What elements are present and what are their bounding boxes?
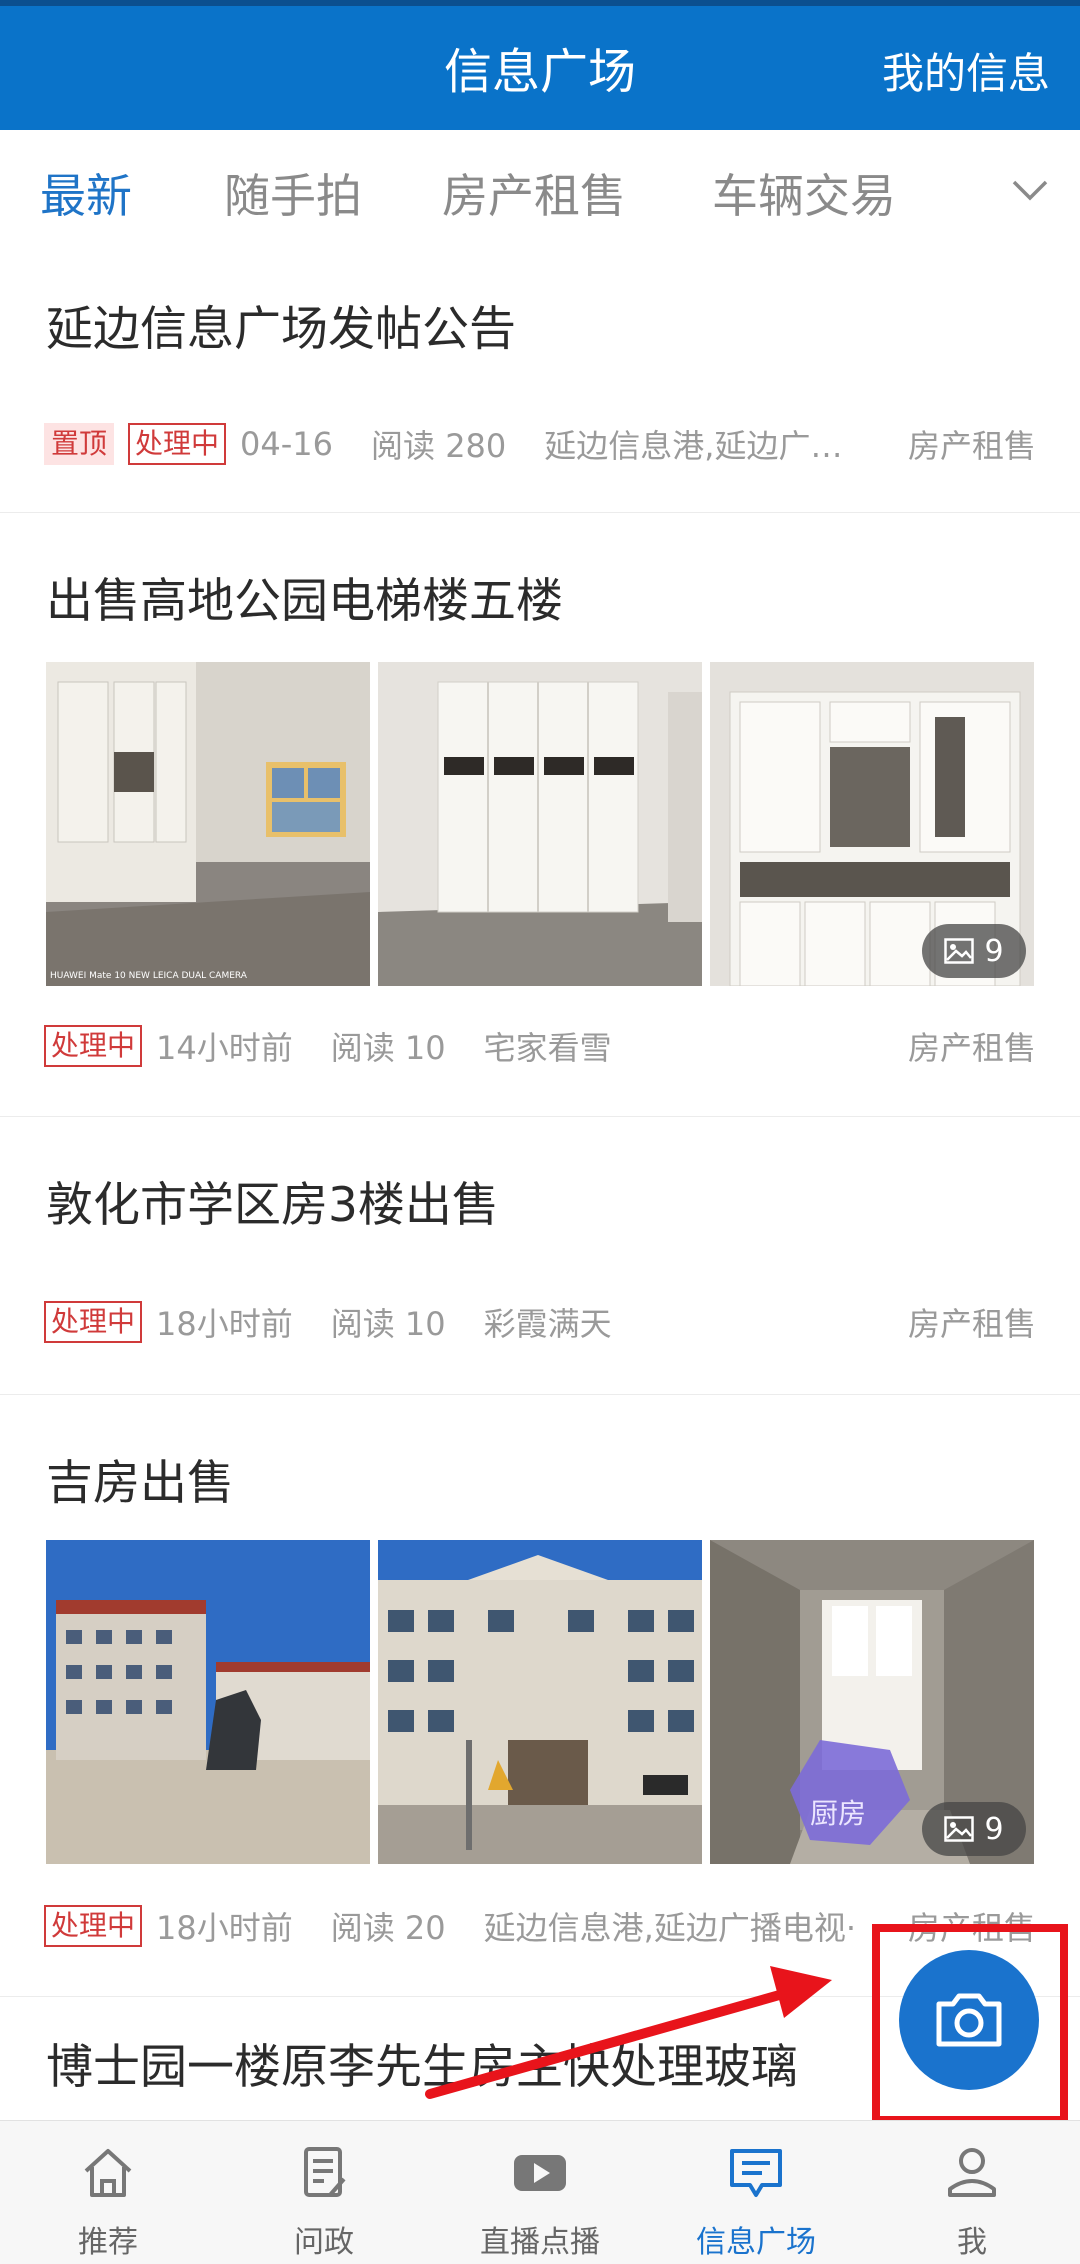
nav-label: 直播点播 (480, 2225, 600, 2260)
post-category: 房产租售 (907, 1029, 1036, 1067)
category-tabs: 最新 随手拍 房产租售 车辆交易 (0, 130, 1080, 250)
post-meta: 置顶 处理中 04-16 阅读 280 延边信息港,延边广播… 房产租售 (44, 420, 1036, 468)
tab-snapshot[interactable]: 随手拍 (224, 160, 362, 226)
post-source: 延边信息港,延边广播电视· (483, 1909, 857, 1947)
post-reads: 阅读 20 (330, 1909, 446, 1947)
post-meta: 处理中 18小时前 阅读 10 彩霞满天 房产租售 (44, 1298, 1036, 1346)
image-icon (944, 1816, 975, 1842)
status-badge: 处理中 (44, 1905, 143, 1947)
post-time: 18小时前 (156, 1305, 293, 1343)
post-image[interactable]: HUAWEI Mate 10 NEW LEICA DUAL CAMERA (46, 662, 370, 986)
bottom-nav: 推荐 问政 直播点播 信息广场 我 (0, 2120, 1080, 2264)
post-source: 彩霞满天 (483, 1305, 612, 1343)
post-image[interactable]: 厨房 9 (710, 1540, 1034, 1864)
post-title[interactable]: 吉房出售 (46, 1444, 234, 1513)
home-icon (84, 2149, 132, 2197)
post-image[interactable] (378, 1540, 702, 1864)
post-meta: 处理中 14小时前 阅读 10 宅家看雪 房产租售 (44, 1022, 1036, 1070)
post-image[interactable] (378, 662, 702, 986)
nav-label: 问政 (294, 2225, 354, 2260)
nav-item-recommend[interactable]: 推荐 (0, 2121, 216, 2264)
my-info-button[interactable]: 我的信息 (882, 40, 1050, 101)
image-count: 9 (984, 933, 1004, 969)
document-icon (304, 2147, 346, 2197)
nav-label: 我 (957, 2225, 987, 2260)
nav-item-me[interactable]: 我 (864, 2121, 1080, 2264)
nav-label: 推荐 (78, 2225, 138, 2260)
app-header: 信息广场 我的信息 (0, 0, 1080, 130)
post-reads: 阅读 280 (371, 427, 507, 465)
chat-icon (730, 2149, 782, 2197)
play-icon (514, 2155, 566, 2191)
image-count-badge: 9 (922, 1802, 1026, 1856)
post-time: 14小时前 (156, 1029, 293, 1067)
image-label: 厨房 (810, 1797, 867, 1830)
person-icon (948, 2148, 996, 2197)
post-title[interactable]: 敦化市学区房3楼出售 (46, 1166, 499, 1235)
image-count: 9 (984, 1811, 1004, 1847)
pinned-badge: 置顶 (44, 423, 115, 465)
camera-icon (936, 1993, 1002, 2047)
post-image[interactable] (46, 1540, 370, 1864)
tab-latest[interactable]: 最新 (40, 160, 132, 226)
list-item[interactable]: 出售高地公园电梯楼五楼 HUAWEI Mate 10 NEW LEICA DUA… (0, 512, 1080, 1117)
camera-post-button[interactable] (899, 1950, 1039, 2090)
list-item[interactable]: 敦化市学区房3楼出售 处理中 18小时前 阅读 10 彩霞满天 房产租售 (0, 1116, 1080, 1395)
post-image-grid: HUAWEI Mate 10 NEW LEICA DUAL CAMERA 9 (46, 662, 1034, 986)
post-title[interactable]: 出售高地公园电梯楼五楼 (46, 562, 563, 631)
nav-item-live[interactable]: 直播点播 (432, 2121, 648, 2264)
post-reads: 阅读 10 (330, 1029, 446, 1067)
post-source: 宅家看雪 (483, 1029, 612, 1067)
image-icon (944, 938, 975, 964)
camera-watermark: HUAWEI Mate 10 NEW LEICA DUAL CAMERA (50, 971, 247, 981)
post-category: 房产租售 (907, 1305, 1036, 1343)
nav-item-info-square[interactable]: 信息广场 (648, 2121, 864, 2264)
post-image[interactable]: 9 (710, 662, 1034, 986)
status-badge: 处理中 (44, 1301, 143, 1343)
post-image-grid: 厨房 9 (46, 1540, 1034, 1864)
status-badge: 处理中 (128, 423, 227, 465)
nav-label: 信息广场 (696, 2225, 816, 2260)
post-time: 04-16 (240, 425, 334, 463)
list-item[interactable]: 吉房出售 厨房 9 处理中 18小时前 阅读 20 延边信息港,延边广播电视· … (0, 1394, 1080, 1997)
nav-item-inquiry[interactable]: 问政 (216, 2121, 432, 2264)
post-category: 房产租售 (907, 427, 1036, 465)
chevron-down-icon[interactable] (1010, 170, 1050, 210)
status-badge: 处理中 (44, 1025, 143, 1067)
tab-vehicles[interactable]: 车辆交易 (712, 160, 896, 226)
post-title[interactable]: 博士园一楼原李先生房主快处理玻璃 (46, 2028, 798, 2097)
post-title[interactable]: 延边信息广场发帖公告 (46, 290, 516, 359)
post-reads: 阅读 10 (330, 1305, 446, 1343)
list-item[interactable]: 延边信息广场发帖公告 置顶 处理中 04-16 阅读 280 延边信息港,延边广… (0, 250, 1080, 513)
tab-housing[interactable]: 房产租售 (442, 160, 626, 226)
post-source: 延边信息港,延边广播… (544, 427, 875, 465)
post-time: 18小时前 (156, 1909, 293, 1947)
image-count-badge: 9 (922, 924, 1026, 978)
